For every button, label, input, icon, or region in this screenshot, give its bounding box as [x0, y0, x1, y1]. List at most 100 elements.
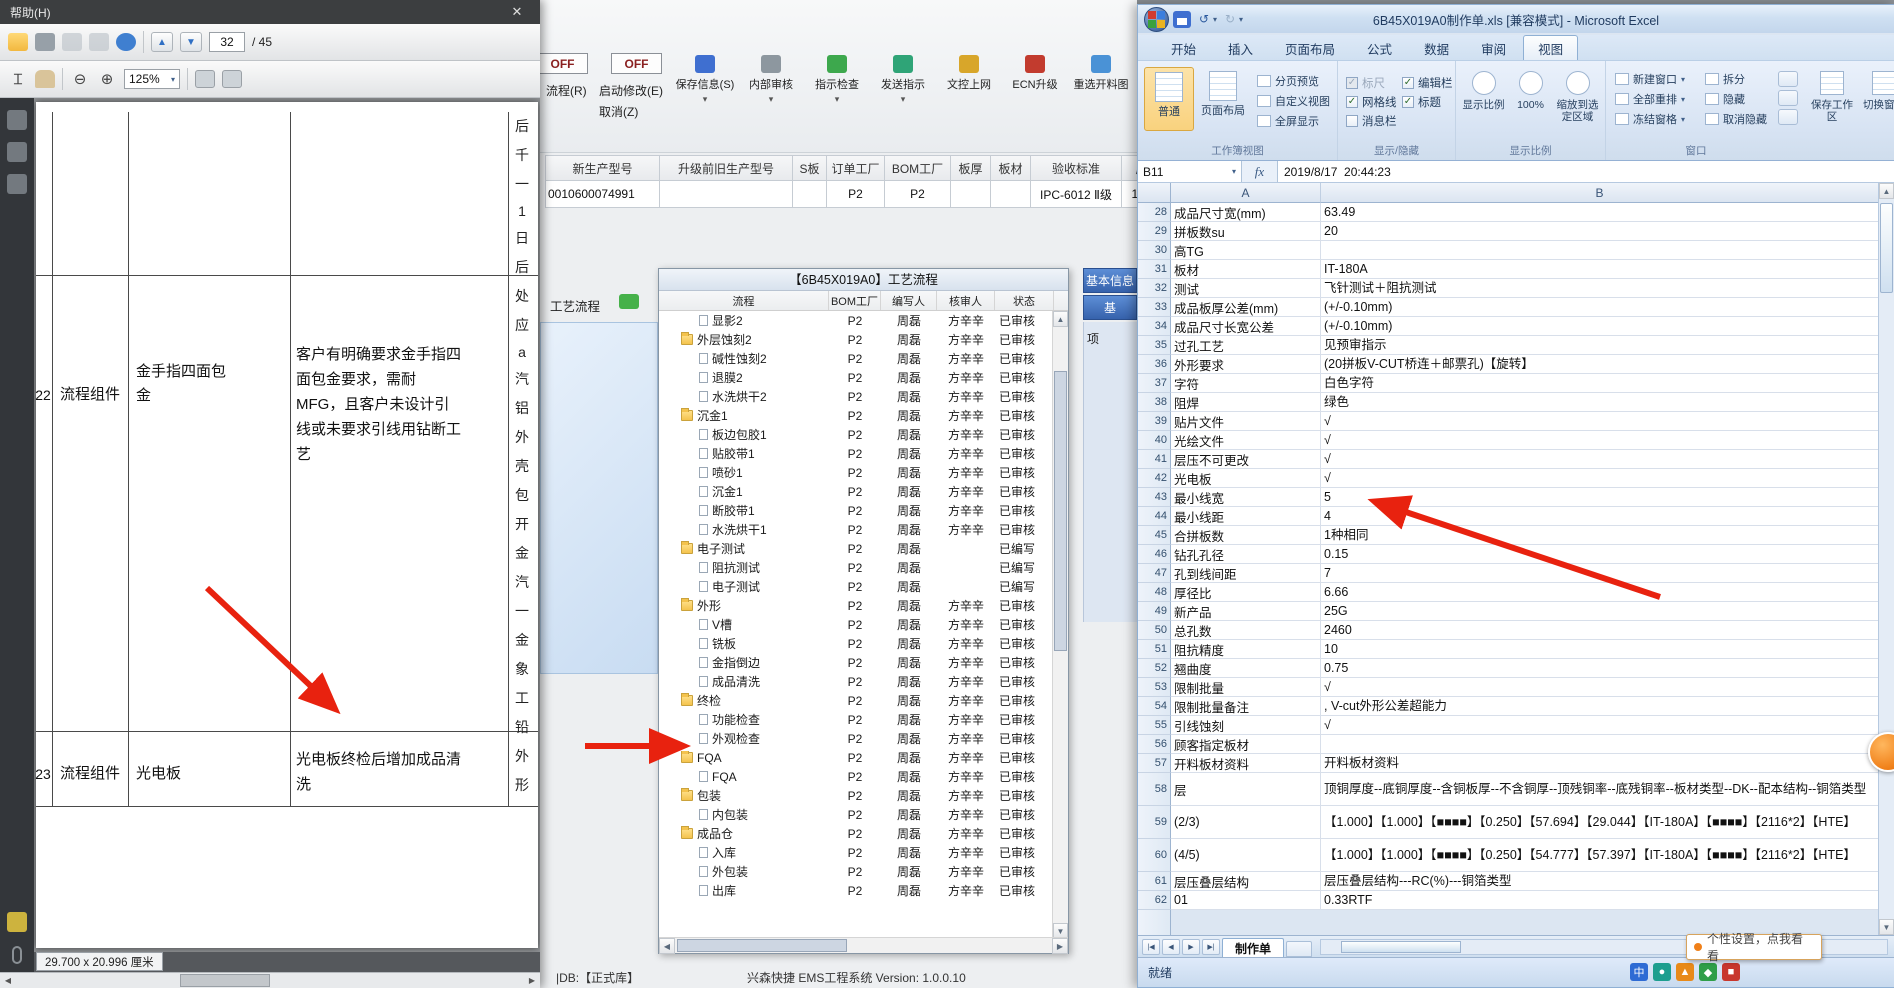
process-tree-row[interactable]: 水洗烘干2 P2 周磊 方辛辛 已审核 — [659, 387, 1054, 406]
flow-column-header[interactable]: BOM工厂 — [829, 291, 881, 310]
ribbon-checkbox[interactable]: 编辑栏 — [1402, 73, 1453, 92]
window-button[interactable]: 冻结窗格 ▾ — [1612, 109, 1688, 129]
last-sheet-icon[interactable]: ▶| — [1202, 938, 1220, 955]
row-number[interactable]: 50 — [1138, 621, 1171, 640]
zoom-button[interactable]: 显示比例 — [1460, 67, 1507, 131]
next-sheet-icon[interactable]: ▶ — [1182, 938, 1200, 955]
row-number[interactable]: 30 — [1138, 241, 1171, 260]
zoom-button[interactable]: 100% — [1507, 67, 1554, 131]
process-tree-row[interactable]: FQA P2 周磊 方辛辛 已审核 — [659, 748, 1054, 767]
zoom-out-icon[interactable]: ⊖ — [70, 70, 90, 88]
process-tree-row[interactable]: 阻抗测试 P2 周磊 已编写 — [659, 558, 1054, 577]
scroll-up-icon[interactable]: ▲ — [1053, 311, 1068, 327]
cell-a[interactable]: 层压不可更改 — [1171, 450, 1321, 469]
row-number[interactable]: 45 — [1138, 526, 1171, 545]
process-tree-row[interactable]: 外观检查 P2 周磊 方辛辛 已审核 — [659, 729, 1054, 748]
view-small-button[interactable]: 全屏显示 — [1254, 111, 1333, 131]
hand-tool-icon[interactable] — [35, 70, 55, 88]
page-number-input[interactable]: 32 — [209, 32, 245, 52]
off-toggle-1[interactable]: OFF — [537, 53, 588, 74]
scroll-thumb[interactable] — [1054, 371, 1067, 651]
save-icon[interactable] — [62, 33, 82, 51]
process-tree-row[interactable]: 电子测试 P2 周磊 已编写 — [659, 577, 1054, 596]
process-tree-row[interactable]: FQA P2 周磊 方辛辛 已审核 — [659, 767, 1054, 786]
ribbon-tab[interactable]: 审阅 — [1466, 35, 1521, 60]
cell-b[interactable]: √ — [1321, 412, 1879, 431]
process-tree-row[interactable]: 外形 P2 周磊 方辛辛 已审核 — [659, 596, 1054, 615]
ribbon-tab[interactable]: 页面布局 — [1270, 35, 1350, 60]
quick-access-menu-icon[interactable]: ▾ — [1239, 15, 1243, 24]
checkbox-icon[interactable] — [1402, 95, 1414, 108]
attachment-icon[interactable] — [12, 946, 22, 964]
tray-icon[interactable]: ▲ — [1676, 963, 1694, 981]
select-tool-icon[interactable]: ⌶ — [8, 71, 28, 88]
process-tree-row[interactable]: 成品清洗 P2 周磊 方辛辛 已审核 — [659, 672, 1054, 691]
ribbon-tab[interactable]: 公式 — [1352, 35, 1407, 60]
window-button[interactable]: 隐藏 — [1702, 89, 1770, 109]
flow-horizontal-scrollbar[interactable]: ◀ ▶ — [659, 937, 1068, 954]
ribbon-checkbox[interactable]: 标题 — [1402, 92, 1453, 111]
cell-b[interactable]: 绿色 — [1321, 393, 1879, 412]
checkbox-icon[interactable] — [1346, 95, 1358, 108]
process-tree-row[interactable]: 退膜2 P2 周磊 方辛辛 已审核 — [659, 368, 1054, 387]
ems-toolbar-button[interactable]: 文控上网 ▾ — [941, 55, 997, 105]
thumbnails-panel-icon[interactable] — [7, 110, 27, 130]
cell-b[interactable] — [1321, 735, 1879, 754]
grid-value-cell[interactable]: P2 — [885, 181, 951, 208]
chevron-down-icon[interactable]: ▾ — [703, 94, 708, 105]
scroll-right-icon[interactable]: ▶ — [524, 973, 540, 988]
ems-toolbar-button[interactable]: ECN升级 ▾ — [1007, 55, 1063, 105]
zoom-in-icon[interactable]: ⊕ — [97, 70, 117, 88]
cell-a[interactable]: 孔到线间距 — [1171, 564, 1321, 583]
excel-vertical-scrollbar[interactable]: ▲ ▼ — [1878, 183, 1894, 935]
view-small-button[interactable]: 自定义视图 — [1254, 91, 1333, 111]
tab-basic-info[interactable]: 基本信息 — [1083, 268, 1137, 293]
bookmarks-panel-icon[interactable] — [7, 142, 27, 162]
cell-a[interactable]: 限制批量 — [1171, 678, 1321, 697]
email-icon[interactable] — [89, 33, 109, 51]
view-side-by-side-icon[interactable] — [1778, 71, 1798, 87]
cell-a[interactable]: 外形要求 — [1171, 355, 1321, 374]
cell-b[interactable]: 10 — [1321, 640, 1879, 659]
zoom-level-select[interactable]: 125% ▾ — [124, 69, 180, 89]
menu-help[interactable]: 帮助(H) — [10, 4, 51, 21]
flow-column-header[interactable]: 状态 — [995, 291, 1054, 310]
ems-toolbar-button[interactable]: 指示检查 ▾ — [809, 55, 865, 105]
close-button[interactable]: ✕ — [504, 4, 530, 20]
ems-toolbar-button[interactable]: 内部审核 ▾ — [743, 55, 799, 105]
cell-b[interactable]: 2460 — [1321, 621, 1879, 640]
row-number[interactable]: 61 — [1138, 872, 1171, 891]
cell-b[interactable]: 【1.000】【1.000】【■■■■】【0.250】【54.777】【57.3… — [1321, 839, 1879, 872]
process-tree-row[interactable]: 断胶带1 P2 周磊 方辛辛 已审核 — [659, 501, 1054, 520]
row-number[interactable]: 38 — [1138, 393, 1171, 412]
cell-a[interactable]: 新产品 — [1171, 602, 1321, 621]
grid-header-cell[interactable]: 板厚 — [951, 155, 991, 181]
cell-a[interactable]: 阻抗精度 — [1171, 640, 1321, 659]
off-toggle-2[interactable]: OFF — [611, 53, 662, 74]
row-number[interactable]: 42 — [1138, 469, 1171, 488]
row-number[interactable]: 49 — [1138, 602, 1171, 621]
process-tree-row[interactable]: 功能检查 P2 周磊 方辛辛 已审核 — [659, 710, 1054, 729]
pdf-document-area[interactable]: 22 流程组件 金手指四面包金 客户有明确要求金手指四面包金要求，需耐MFG，且… — [34, 98, 540, 952]
fit-width-icon[interactable] — [195, 70, 215, 88]
grid-header-cell[interactable]: 新生产型号 — [545, 155, 660, 181]
grid-header-cell[interactable]: 板材 — [991, 155, 1031, 181]
flow-column-header[interactable]: 核审人 — [937, 291, 995, 310]
cell-b[interactable]: 0.15 — [1321, 545, 1879, 564]
ribbon-tab[interactable]: 视图 — [1523, 35, 1579, 60]
row-number[interactable]: 52 — [1138, 659, 1171, 678]
row-number[interactable]: 28 — [1138, 203, 1171, 222]
row-number[interactable]: 37 — [1138, 374, 1171, 393]
scroll-left-icon[interactable]: ◀ — [659, 938, 675, 954]
formula-input[interactable]: 2019/8/17 20:44:23 — [1278, 161, 1894, 182]
process-tree-row[interactable]: 板边包胶1 P2 周磊 方辛辛 已审核 — [659, 425, 1054, 444]
cell-a[interactable]: 成品尺寸长宽公差 — [1171, 317, 1321, 336]
process-tree-row[interactable]: 碱性蚀刻2 P2 周磊 方辛辛 已审核 — [659, 349, 1054, 368]
process-tree-row[interactable]: 终检 P2 周磊 方辛辛 已审核 — [659, 691, 1054, 710]
grid-header-cell[interactable]: 升级前旧生产型号 — [660, 155, 793, 181]
synchronous-scrolling-icon[interactable] — [1778, 90, 1798, 106]
row-number[interactable]: 62 — [1138, 891, 1171, 910]
menu-item-cancel[interactable]: 取消(Z) — [599, 103, 638, 120]
cell-a[interactable]: (4/5) — [1171, 839, 1321, 872]
ribbon-tab[interactable]: 插入 — [1213, 35, 1268, 60]
